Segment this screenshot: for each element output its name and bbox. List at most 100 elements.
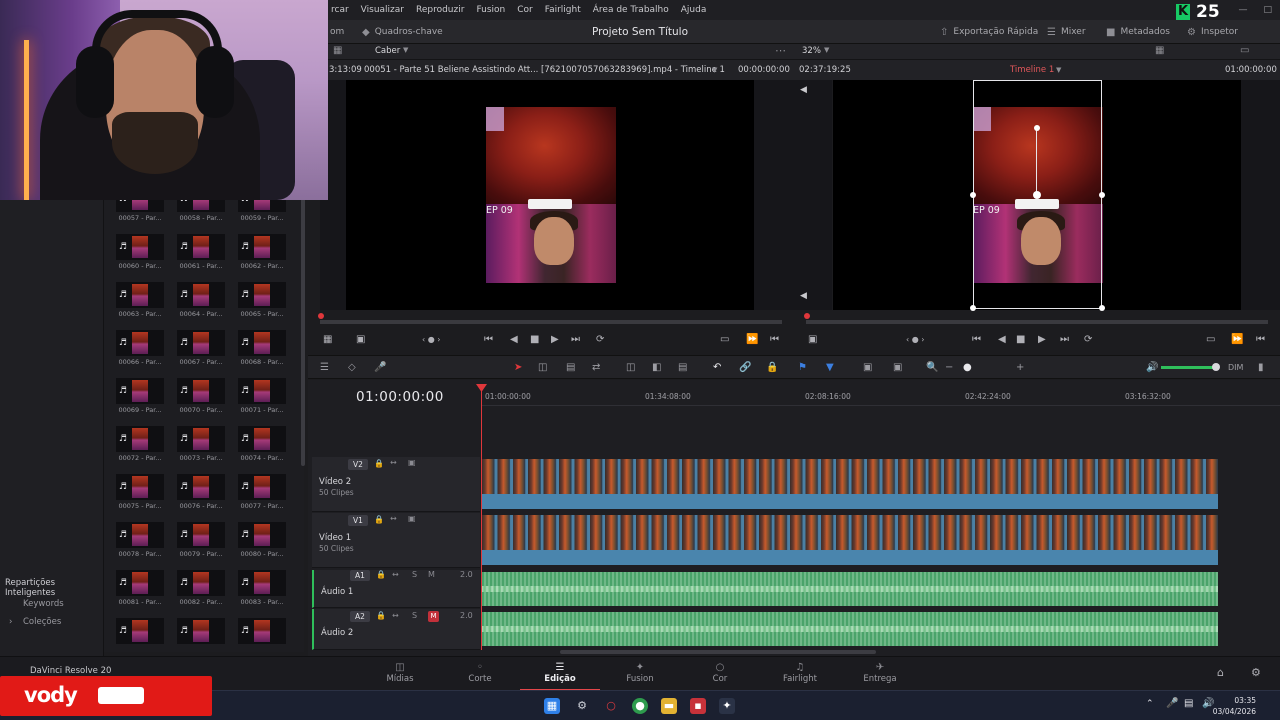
media-clip-thumbnail[interactable]: ♬ 00071 - Par... <box>238 378 286 418</box>
media-clip-thumbnail[interactable]: ♬ 00061 - Par... <box>177 234 225 274</box>
dynamic-trim-icon[interactable]: ▤ <box>566 356 575 380</box>
menu-item-playback[interactable]: Reproduzir <box>410 0 470 20</box>
maximize-icon[interactable]: □ <box>1263 0 1272 20</box>
media-clip-thumbnail[interactable]: ♬ 00076 - Par... <box>177 474 225 514</box>
prev-edit-icon[interactable]: ⏮ <box>770 334 779 345</box>
davinci-icon[interactable]: ✦ <box>719 698 735 714</box>
clip-name[interactable]: 00051 - Parte 51 Beliene Assistindo Att.… <box>364 60 725 80</box>
track-id[interactable]: V1 <box>348 515 368 526</box>
collections-bin[interactable]: Coleções <box>23 617 61 627</box>
track-header-a1[interactable]: A1 🔒 ↔ S M 2.0 Áudio 1 <box>312 570 480 608</box>
media-clip-thumbnail[interactable]: ♬ 00066 - Par... <box>116 330 164 370</box>
tab-media[interactable]: ◫ Mídias <box>360 657 440 691</box>
prev-edit-icon[interactable]: ⏮ <box>1256 334 1265 345</box>
network-icon[interactable]: ▤ <box>1184 698 1193 709</box>
transform-handle[interactable] <box>970 305 976 311</box>
skip-forward-icon[interactable]: ⏭ <box>1060 334 1069 345</box>
media-clip-thumbnail[interactable]: ♬ <box>116 618 164 658</box>
media-clip-thumbnail[interactable]: ♬ 00079 - Par... <box>177 522 225 562</box>
transform-handle[interactable] <box>1099 305 1105 311</box>
insert-clip-icon[interactable]: ◫ <box>626 356 635 380</box>
track-id[interactable]: V2 <box>348 459 368 470</box>
fit-dropdown[interactable]: Caber <box>375 46 400 56</box>
replace-clip-icon[interactable]: ▤ <box>678 356 687 380</box>
source-viewer[interactable]: EP 09 <box>346 80 754 310</box>
skip-forward-icon[interactable]: ⏭ <box>571 334 580 345</box>
match-frame-icon[interactable]: ▭ <box>720 334 729 345</box>
solo-button[interactable]: S <box>412 570 417 579</box>
auto-select-icon[interactable]: ↔ <box>390 458 397 467</box>
inspector-button[interactable]: ⚙ Inspetor <box>1187 20 1238 44</box>
timeline-name-dropdown[interactable]: Timeline 1 <box>1010 60 1054 80</box>
zoom-in-icon[interactable]: + <box>1016 356 1024 380</box>
quick-export-button[interactable]: ⇧ Exportação Rápida <box>940 20 1038 44</box>
solo-button[interactable]: S <box>412 611 417 620</box>
zoom-detail-icon[interactable]: ▣ <box>893 356 902 380</box>
auto-select-icon[interactable]: ↔ <box>392 570 399 579</box>
media-toggle[interactable]: om <box>330 20 344 44</box>
menu-item-mark[interactable]: rcar <box>325 0 355 20</box>
media-clip-thumbnail[interactable]: ♬ 00063 - Par... <box>116 282 164 322</box>
media-clip-thumbnail[interactable]: ♬ 00060 - Par... <box>116 234 164 274</box>
jog-icon[interactable]: ‹ ● › <box>906 335 924 344</box>
play-reverse-icon[interactable]: ◀ <box>510 334 518 345</box>
media-clip-thumbnail[interactable]: ♬ 00070 - Par... <box>177 378 225 418</box>
menu-item-fairlight[interactable]: Fairlight <box>539 0 587 20</box>
tab-edit[interactable]: ☰ Edição <box>520 657 600 691</box>
audio-2-clips[interactable] <box>482 612 1218 646</box>
timeline-options-icon[interactable]: ◇ <box>348 356 356 380</box>
next-edit-icon[interactable]: ⏩ <box>746 334 758 345</box>
media-app-icon[interactable]: ▪ <box>690 698 706 714</box>
timeline-playhead-marker[interactable] <box>804 313 810 319</box>
play-icon[interactable]: ▶ <box>1038 334 1046 345</box>
tab-fairlight[interactable]: ♫ Fairlight <box>760 657 840 691</box>
play-icon[interactable]: ▶ <box>551 334 559 345</box>
media-clip-thumbnail[interactable]: ♬ 00064 - Par... <box>177 282 225 322</box>
timeline-playhead[interactable] <box>481 386 482 650</box>
menu-item-color[interactable]: Cor <box>511 0 539 20</box>
keyframes-toggle[interactable]: ◆ Quadros-chave <box>362 20 443 44</box>
timeline-view-icon[interactable]: ☰ <box>320 356 329 380</box>
dim-button[interactable]: DIM <box>1228 356 1243 380</box>
zoom-full-icon[interactable]: ▣ <box>863 356 872 380</box>
menu-item-help[interactable]: Ajuda <box>675 0 713 20</box>
media-clip-thumbnail[interactable]: ♬ 00062 - Par... <box>238 234 286 274</box>
source-playhead[interactable] <box>318 313 324 319</box>
microphone-tray-icon[interactable]: 🎤 <box>1166 698 1178 709</box>
crop-icon[interactable]: ▣ <box>808 334 817 345</box>
video-1-clips[interactable] <box>482 515 1218 565</box>
loop-icon[interactable]: ⟳ <box>1084 334 1092 345</box>
mute-button[interactable]: M <box>428 570 435 579</box>
prev-frame-icon[interactable]: ◀ <box>800 85 807 95</box>
volume-slider[interactable] <box>1161 366 1215 369</box>
stop-icon[interactable]: ■ <box>530 334 539 345</box>
timeline-scrub-bar[interactable] <box>806 320 1268 324</box>
folder-icon[interactable]: ▬ <box>661 698 677 714</box>
windows-start-icon[interactable]: ▦ <box>544 698 560 714</box>
next-edit-icon[interactable]: ⏩ <box>1231 334 1243 345</box>
transform-center-handle[interactable] <box>1033 191 1041 199</box>
mixer-button[interactable]: ☰ Mixer <box>1047 20 1086 44</box>
zoom-slider-knob[interactable]: ● <box>963 356 972 380</box>
media-clip-thumbnail[interactable]: ♬ 00074 - Par... <box>238 426 286 466</box>
menu-item-view[interactable]: Visualizar <box>355 0 410 20</box>
timeline-viewer[interactable]: EP 09 <box>833 80 1241 311</box>
auto-select-icon[interactable]: ↔ <box>390 514 397 523</box>
stop-icon[interactable]: ■ <box>1016 334 1025 345</box>
menu-item-workspace[interactable]: Área de Trabalho <box>587 0 675 20</box>
volume-knob[interactable] <box>1212 363 1220 371</box>
microphone-icon[interactable]: 🎤 <box>374 356 386 380</box>
smart-bins-header[interactable]: Repartições Inteligentes <box>5 578 103 598</box>
selection-tool-icon[interactable]: ➤ <box>514 356 522 380</box>
trim-tool-icon[interactable]: ◫ <box>538 356 547 380</box>
transform-handle[interactable] <box>1099 192 1105 198</box>
lock-icon[interactable]: 🔒 <box>374 459 384 468</box>
layout-icon[interactable]: ▦ <box>323 334 332 345</box>
minimize-icon[interactable]: — <box>1238 0 1247 20</box>
media-clip-thumbnail[interactable]: ♬ 00072 - Par... <box>116 426 164 466</box>
timeline-scrollbar[interactable] <box>560 650 876 654</box>
chrome-icon[interactable]: ● <box>632 698 648 714</box>
blade-tool-icon[interactable]: ⇄ <box>592 356 600 380</box>
volume-icon[interactable]: 🔊 <box>1146 356 1158 380</box>
lock-icon[interactable]: 🔒 <box>376 570 386 579</box>
